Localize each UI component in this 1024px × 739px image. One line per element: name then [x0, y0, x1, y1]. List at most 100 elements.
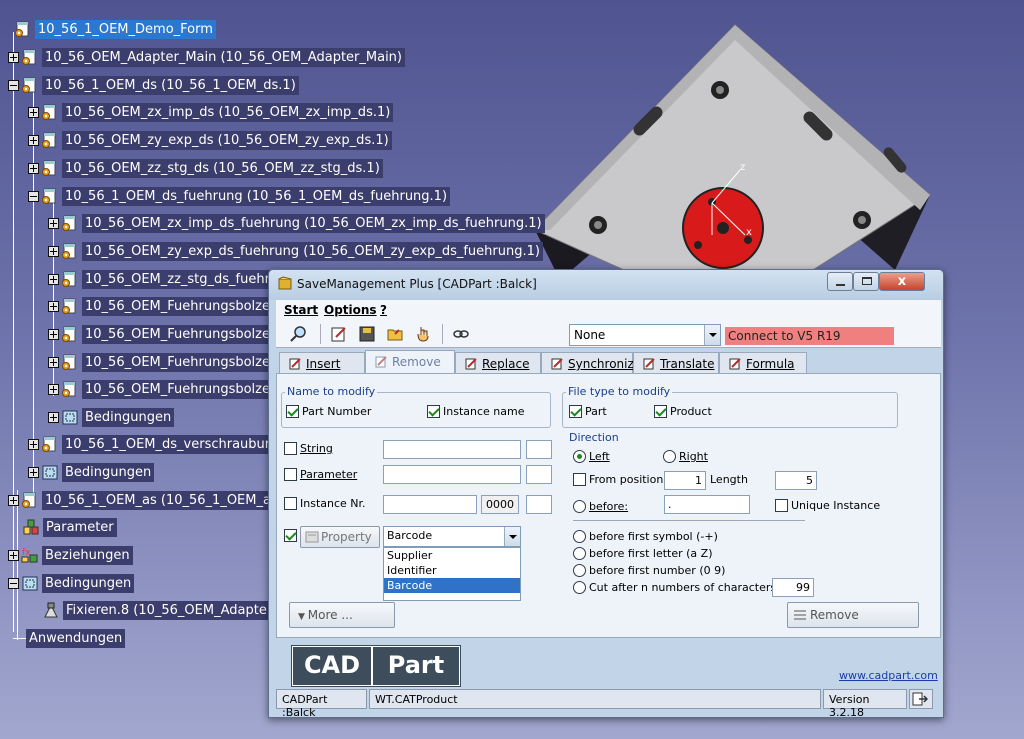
parameter-checkbox[interactable] [284, 468, 297, 481]
string-extra-input[interactable] [526, 440, 552, 459]
from-position-input[interactable]: 1 [664, 471, 706, 490]
tab-formula[interactable]: Formula [719, 352, 807, 373]
parameter-input[interactable] [383, 465, 521, 484]
part-number-checkbox[interactable] [286, 405, 299, 418]
menu-options[interactable]: Options [324, 303, 377, 317]
tree-node-parameter[interactable]: Parameter [8, 517, 117, 537]
unique-instance-checkbox[interactable] [775, 499, 788, 512]
connect-button[interactable]: Connect to V5 R19 [725, 327, 894, 345]
more-button[interactable]: ▼ More ... [289, 602, 395, 628]
version-select[interactable]: None [569, 324, 721, 346]
expand-icon[interactable] [28, 162, 39, 174]
dropdown-option-barcode[interactable]: Barcode [384, 578, 520, 593]
tree-node-fuehrungsbolzen-1[interactable]: 10_56_OEM_Fuehrungsbolze [48, 296, 273, 316]
save-tool-button[interactable] [356, 323, 378, 345]
tree-node-fuehrungsbolzen-3[interactable]: 10_56_OEM_Fuehrungsbolze [48, 352, 273, 372]
product-checkbox[interactable] [654, 405, 667, 418]
string-checkbox[interactable] [284, 442, 297, 455]
search-tool-button[interactable] [288, 323, 310, 345]
dropdown-option-supplier[interactable]: Supplier [384, 548, 520, 563]
expand-icon[interactable] [28, 438, 39, 450]
instance-nr-checkbox[interactable] [284, 497, 297, 510]
tab-remove[interactable]: Remove [365, 350, 455, 374]
tab-synchronize[interactable]: Synchronize [541, 352, 641, 373]
expand-icon[interactable] [28, 106, 39, 118]
before-number-radio[interactable] [573, 564, 586, 577]
dropdown-option-identifier[interactable]: Identifier [384, 563, 520, 578]
expand-icon[interactable] [48, 411, 59, 423]
right-radio[interactable] [663, 450, 676, 463]
expand-icon[interactable] [48, 356, 59, 368]
tree-node-bedingungen-1[interactable]: Bedingungen [48, 407, 175, 427]
edit-tool-button[interactable] [328, 323, 350, 345]
before-input[interactable]: . [664, 495, 750, 514]
tree-node-fixieren-8[interactable]: Fixieren.8 (10_56_OEM_Adapte [28, 600, 270, 620]
instance-name-checkbox[interactable] [427, 405, 440, 418]
tree-node-zx-imp-ds[interactable]: 10_56_OEM_zx_imp_ds (10_56_OEM_zx_imp_ds… [28, 102, 394, 122]
length-input[interactable]: 5 [775, 471, 817, 490]
collapse-icon[interactable] [8, 79, 19, 91]
collapse-icon[interactable] [28, 190, 39, 202]
expand-icon[interactable] [8, 51, 19, 63]
instance-nr-input[interactable] [383, 495, 477, 514]
cut-after-input[interactable]: 99 [772, 578, 814, 597]
string-input[interactable] [383, 440, 521, 459]
collapse-icon[interactable] [8, 577, 19, 589]
link-tool-button[interactable] [450, 323, 472, 345]
instance-nr-extra-input[interactable] [526, 495, 552, 514]
maximize-button[interactable] [853, 272, 879, 291]
expand-icon[interactable] [48, 217, 59, 229]
tree-node-zz-stg-ds[interactable]: 10_56_OEM_zz_stg_ds (10_56_OEM_zz_stg_ds… [28, 158, 383, 178]
left-radio[interactable] [573, 450, 586, 463]
property-checkbox[interactable] [284, 529, 297, 542]
expand-icon[interactable] [48, 245, 59, 257]
tree-node-bedingungen-3[interactable]: Bedingungen [8, 573, 135, 593]
tree-node-root[interactable]: 10_56_1_OEM_Demo_Form [14, 19, 216, 39]
tab-insert[interactable]: Insert [279, 352, 365, 373]
menu-help[interactable]: ? [380, 303, 387, 317]
tree-node-oem-as[interactable]: 10_56_1_OEM_as (10_56_1_OEM_a: [8, 490, 279, 510]
tree-node-adapter-main[interactable]: 10_56_OEM_Adapter_Main (10_56_OEM_Adapte… [8, 47, 405, 67]
open-tool-button[interactable] [384, 323, 406, 345]
menu-start[interactable]: Start [284, 303, 318, 317]
expand-icon[interactable] [28, 134, 39, 146]
before-letter-radio[interactable] [573, 547, 586, 560]
expand-icon[interactable] [48, 328, 59, 340]
cut-after-radio[interactable] [573, 581, 586, 594]
chevron-down-icon[interactable] [704, 325, 720, 345]
expand-icon[interactable] [48, 300, 59, 312]
expand-icon[interactable] [28, 466, 39, 478]
tree-node-bedingungen-2[interactable]: Bedingungen [28, 462, 155, 482]
website-link[interactable]: www.cadpart.com [839, 669, 938, 682]
tree-node-zx-imp-ds-fuehrung[interactable]: 10_56_OEM_zx_imp_ds_fuehrung (10_56_OEM_… [48, 213, 545, 233]
tree-node-ds-fuehrung[interactable]: 10_56_1_OEM_ds_fuehrung (10_56_1_OEM_ds_… [28, 186, 451, 206]
tree-node-zy-exp-ds-fuehrung[interactable]: 10_56_OEM_zy_exp_ds_fuehrung (10_56_OEM_… [48, 241, 543, 261]
exit-button[interactable] [909, 689, 933, 709]
tree-node-beziehungen[interactable]: fx Beziehungen [8, 545, 133, 565]
expand-icon[interactable] [8, 494, 19, 506]
tab-replace[interactable]: Replace [455, 352, 541, 373]
minimize-button[interactable] [827, 272, 853, 291]
parameter-extra-input[interactable] [526, 465, 552, 484]
instance-nr-value[interactable]: 0000 [481, 495, 519, 514]
chevron-down-icon[interactable] [504, 527, 520, 546]
dialog-titlebar[interactable]: SaveManagement Plus [CADPart :Balck] x [269, 270, 943, 300]
select-tool-button[interactable] [412, 323, 434, 345]
tab-translate[interactable]: Translate [633, 352, 719, 373]
tree-node-ds-verschraubung[interactable]: 10_56_1_OEM_ds_verschraubur [28, 434, 274, 454]
close-button[interactable]: x [879, 272, 925, 291]
expand-icon[interactable] [48, 383, 59, 395]
expand-icon[interactable] [48, 273, 59, 285]
tree-node-fuehrungsbolzen-4[interactable]: 10_56_OEM_Fuehrungsbolze [48, 379, 273, 399]
tree-node-zz-stg-ds-fuehrung[interactable]: 10_56_OEM_zz_stg_ds_fuehr [48, 269, 273, 289]
tree-node-oem-ds[interactable]: 10_56_1_OEM_ds (10_56_1_OEM_ds.1) [8, 75, 299, 95]
before-radio[interactable] [573, 500, 586, 513]
from-position-checkbox[interactable] [573, 473, 586, 486]
part-checkbox[interactable] [569, 405, 582, 418]
expand-icon[interactable] [8, 549, 19, 561]
tree-node-anwendungen[interactable]: Anwendungen [26, 628, 126, 648]
tree-node-fuehrungsbolzen-2[interactable]: 10_56_OEM_Fuehrungsbolze [48, 324, 273, 344]
tree-node-zy-exp-ds[interactable]: 10_56_OEM_zy_exp_ds (10_56_OEM_zy_exp_ds… [28, 130, 392, 150]
before-symbol-radio[interactable] [573, 530, 586, 543]
property-select[interactable]: Barcode [383, 526, 521, 547]
